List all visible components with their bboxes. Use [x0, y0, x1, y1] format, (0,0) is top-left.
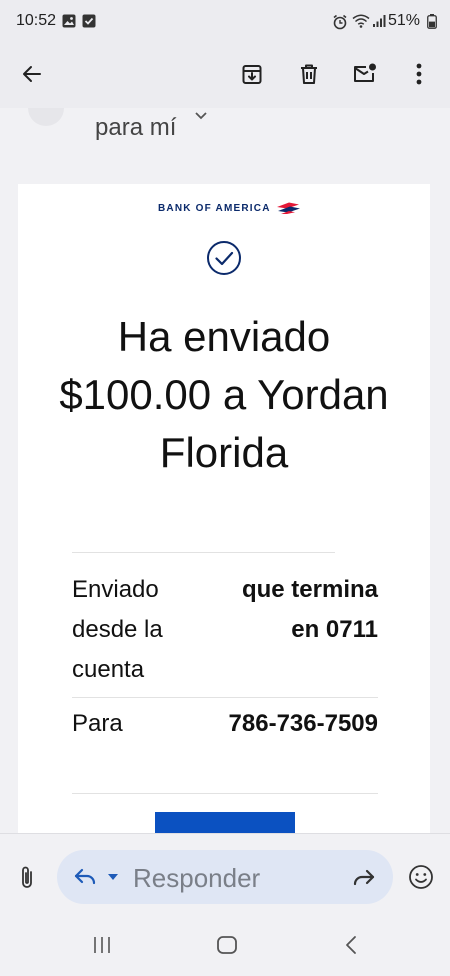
sender-avatar [28, 108, 64, 126]
bank-logo: BANK OF AMERICA [158, 202, 301, 214]
email-card: BANK OF AMERICA Ha enviado $100.00 a Yor… [18, 184, 430, 833]
wifi-icon [352, 14, 370, 28]
status-bar: 10:52 51% [0, 0, 450, 42]
signal-icon [373, 15, 386, 27]
archive-button[interactable] [232, 54, 272, 94]
archive-icon [242, 65, 262, 84]
battery-percent: 51% [388, 12, 421, 29]
status-time: 10:52 [16, 12, 57, 29]
attachment-icon[interactable] [16, 864, 38, 892]
divider [72, 552, 335, 553]
recipient-label[interactable]: para mí [95, 114, 176, 142]
sent-from-label: Enviado desde la cuenta [72, 576, 163, 683]
app-bar [0, 42, 450, 108]
transfer-headline: Ha enviado $100.00 a Yordan Florida [59, 313, 389, 476]
recipient-phone-label: Para [72, 710, 123, 737]
delete-button[interactable] [289, 54, 329, 94]
email-content: para mí BANK OF AMERICA Ha enviado $100.… [0, 108, 450, 833]
system-nav-bar [0, 920, 450, 975]
bank-name: BANK OF AMERICA [158, 202, 271, 214]
chevron-down-icon[interactable] [194, 110, 208, 122]
checkbox-icon [82, 14, 96, 28]
home-icon[interactable] [216, 934, 238, 956]
recipient-phone-value: 786-736-7509 [228, 710, 378, 737]
divider [72, 793, 378, 794]
image-icon [62, 14, 76, 28]
recent-apps-icon[interactable] [92, 934, 112, 956]
back-button[interactable] [12, 54, 52, 94]
reply-icon[interactable] [73, 866, 97, 888]
action-button[interactable] [155, 812, 295, 833]
mark-unread-button[interactable] [345, 54, 385, 94]
more-options-button[interactable] [399, 54, 439, 94]
battery-icon [427, 14, 437, 29]
checkmark-circle-icon [207, 241, 241, 275]
reply-field[interactable]: Responder [57, 850, 393, 904]
more-icon [416, 63, 422, 85]
mark-unread-icon [354, 63, 376, 82]
reply-placeholder[interactable]: Responder [133, 863, 260, 894]
sent-from-value: que termina en 0711 [241, 576, 378, 643]
emoji-icon[interactable] [408, 864, 434, 890]
back-nav-icon[interactable] [343, 934, 359, 956]
bank-flag-icon [276, 202, 300, 214]
alarm-icon [333, 14, 347, 30]
forward-icon[interactable] [352, 867, 376, 889]
back-arrow-icon [23, 66, 41, 82]
reply-options-caret-icon[interactable] [107, 873, 119, 881]
delete-icon [301, 64, 317, 84]
divider [72, 697, 378, 698]
